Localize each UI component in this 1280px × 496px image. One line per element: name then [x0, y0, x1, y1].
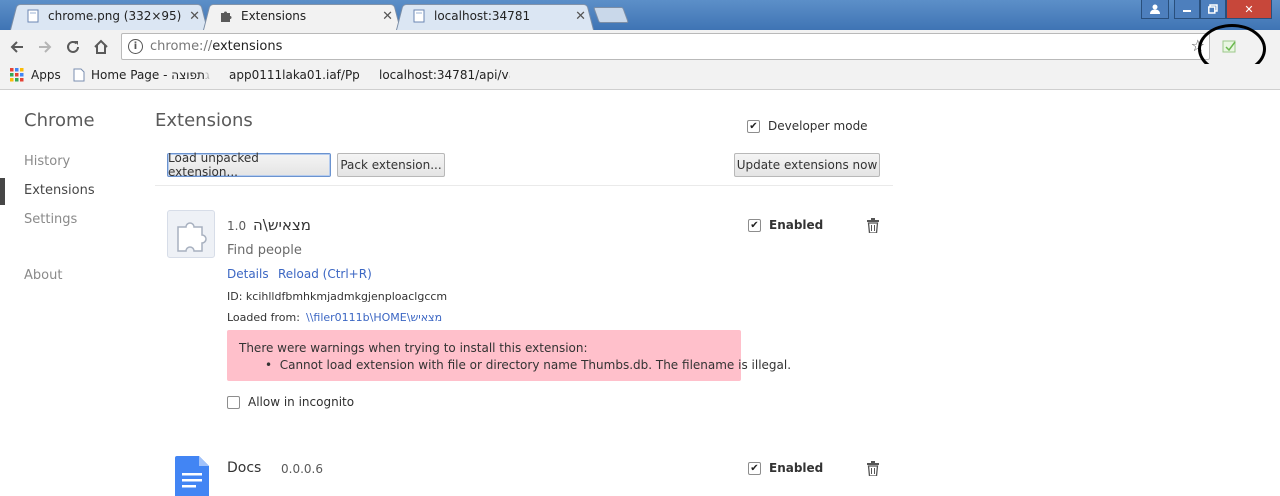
- sidebar-selection-indicator: [0, 178, 5, 205]
- reload-button[interactable]: [61, 35, 85, 59]
- pack-extension-button[interactable]: Pack extension...: [337, 153, 445, 177]
- info-icon[interactable]: i: [128, 39, 143, 54]
- trash-icon[interactable]: [866, 461, 880, 476]
- bookmark-label: localhost:34781/api/v: [379, 68, 509, 82]
- apps-grid-icon: [10, 68, 24, 82]
- page-title: Extensions: [155, 110, 253, 131]
- sidebar-title: Chrome: [24, 110, 95, 131]
- bullet-icon: •: [265, 358, 280, 372]
- new-tab-button[interactable]: [593, 7, 629, 23]
- sidebar-item-history[interactable]: History: [24, 154, 70, 169]
- bookmark-apps[interactable]: Apps: [10, 68, 61, 82]
- warning-item: • Cannot load extension with file or dir…: [265, 358, 791, 372]
- docs-icon: [175, 456, 209, 496]
- extension-name: מצאיש\ה: [253, 216, 311, 234]
- update-extensions-button[interactable]: Update extensions now: [734, 153, 880, 177]
- loaded-from-path-link[interactable]: \\filer0111b\HOME\מצאיש: [306, 311, 442, 324]
- extension-id-label: ID:: [227, 290, 242, 303]
- bookmark-label: Home Page - תפוצה: [91, 68, 205, 82]
- sidebar-item-about[interactable]: About: [24, 268, 62, 283]
- file-icon: [412, 9, 426, 23]
- user-profile-button[interactable]: [1141, 0, 1169, 19]
- details-link[interactable]: Details: [227, 267, 269, 281]
- puzzle-icon: [168, 211, 216, 259]
- extension-version: 1.0: [227, 219, 246, 233]
- tab-chrome-png[interactable]: chrome.png (332×95) ✕: [10, 2, 208, 30]
- address-text: chrome://extensions: [150, 39, 282, 54]
- back-button[interactable]: [5, 35, 29, 59]
- incognito-checkbox[interactable]: [227, 396, 240, 409]
- maximize-icon: [1208, 4, 1218, 14]
- page-icon: [73, 68, 85, 82]
- file-icon: [26, 9, 40, 23]
- tab-extensions[interactable]: Extensions ✕: [203, 2, 401, 30]
- tab-close-button[interactable]: ✕: [575, 9, 586, 24]
- warning-item-text: Cannot load extension with file or direc…: [280, 358, 791, 372]
- incognito-label: Allow in incognito: [248, 395, 354, 409]
- developer-mode-checkbox[interactable]: ✔: [747, 120, 760, 133]
- close-icon: ✕: [1244, 3, 1253, 16]
- divider: [155, 185, 893, 186]
- toolbar: i chrome://extensions ☆: [0, 30, 1280, 64]
- bookmark-app0111laka01[interactable]: app0111laka01.iaf/Ppp: [222, 68, 360, 82]
- extension-description: Find people: [227, 243, 302, 258]
- minimize-icon: [1182, 4, 1192, 14]
- bookmark-label: app0111laka01.iaf/Pp: [229, 68, 360, 82]
- tab-localhost[interactable]: localhost:34781 ✕: [396, 2, 594, 30]
- extension-icon: [167, 210, 215, 258]
- warning-title: There were warnings when trying to insta…: [239, 341, 588, 355]
- enabled-label: Enabled: [769, 218, 823, 232]
- back-arrow-icon: [9, 39, 25, 55]
- enabled-checkbox[interactable]: ✔: [748, 462, 761, 475]
- tab-label: localhost:34781: [434, 9, 575, 23]
- extension-name: Docs: [227, 460, 261, 476]
- maximize-button[interactable]: [1200, 0, 1226, 19]
- bookmark-label-fade: ‎ג: [205, 68, 210, 82]
- home-button[interactable]: [89, 35, 113, 59]
- tab-close-button[interactable]: ✕: [382, 9, 393, 24]
- sidebar-item-settings[interactable]: Settings: [24, 212, 77, 227]
- minimize-button[interactable]: [1174, 0, 1200, 19]
- warning-box: There were warnings when trying to insta…: [227, 330, 741, 381]
- reload-icon: [65, 39, 81, 55]
- puzzle-icon: [219, 9, 233, 23]
- bookmark-label-fade: a: [509, 68, 510, 82]
- trash-icon[interactable]: [866, 218, 880, 233]
- user-icon: [1149, 3, 1161, 15]
- extension-id-value: kcihlldfbmhkmjadmkgjenploaclgccm: [246, 290, 447, 303]
- enabled-checkbox[interactable]: ✔: [748, 219, 761, 232]
- forward-arrow-icon: [37, 39, 53, 55]
- reload-link[interactable]: Reload (Ctrl+R): [278, 267, 372, 281]
- forward-button[interactable]: [33, 35, 57, 59]
- close-window-button[interactable]: ✕: [1226, 0, 1272, 19]
- tab-close-button[interactable]: ✕: [189, 9, 200, 24]
- extension-id-row: ID: kcihlldfbmhkmjadmkgjenploaclgccm: [227, 290, 447, 303]
- developer-mode-label: Developer mode: [768, 119, 868, 133]
- sidebar-item-extensions[interactable]: Extensions: [24, 183, 95, 198]
- load-unpacked-button[interactable]: Load unpacked extension...: [167, 153, 331, 177]
- address-bar[interactable]: i chrome://extensions ☆: [121, 33, 1210, 60]
- bookmark-home-page[interactable]: Home Page - תפוצה ‎ג: [73, 68, 211, 82]
- bookmark-label: Apps: [31, 68, 61, 82]
- enabled-label: Enabled: [769, 461, 823, 475]
- bookmark-localhost-api[interactable]: localhost:34781/api/va: [372, 68, 510, 82]
- bookmarks-bar: Apps Home Page - תפוצה ‎ג app0111laka01.…: [0, 64, 1280, 90]
- extension-version: 0.0.0.6: [281, 462, 323, 476]
- home-icon: [93, 39, 109, 55]
- tab-label: chrome.png (332×95): [48, 9, 189, 23]
- loaded-from-label: Loaded from:: [227, 311, 300, 324]
- tab-label: Extensions: [241, 9, 382, 23]
